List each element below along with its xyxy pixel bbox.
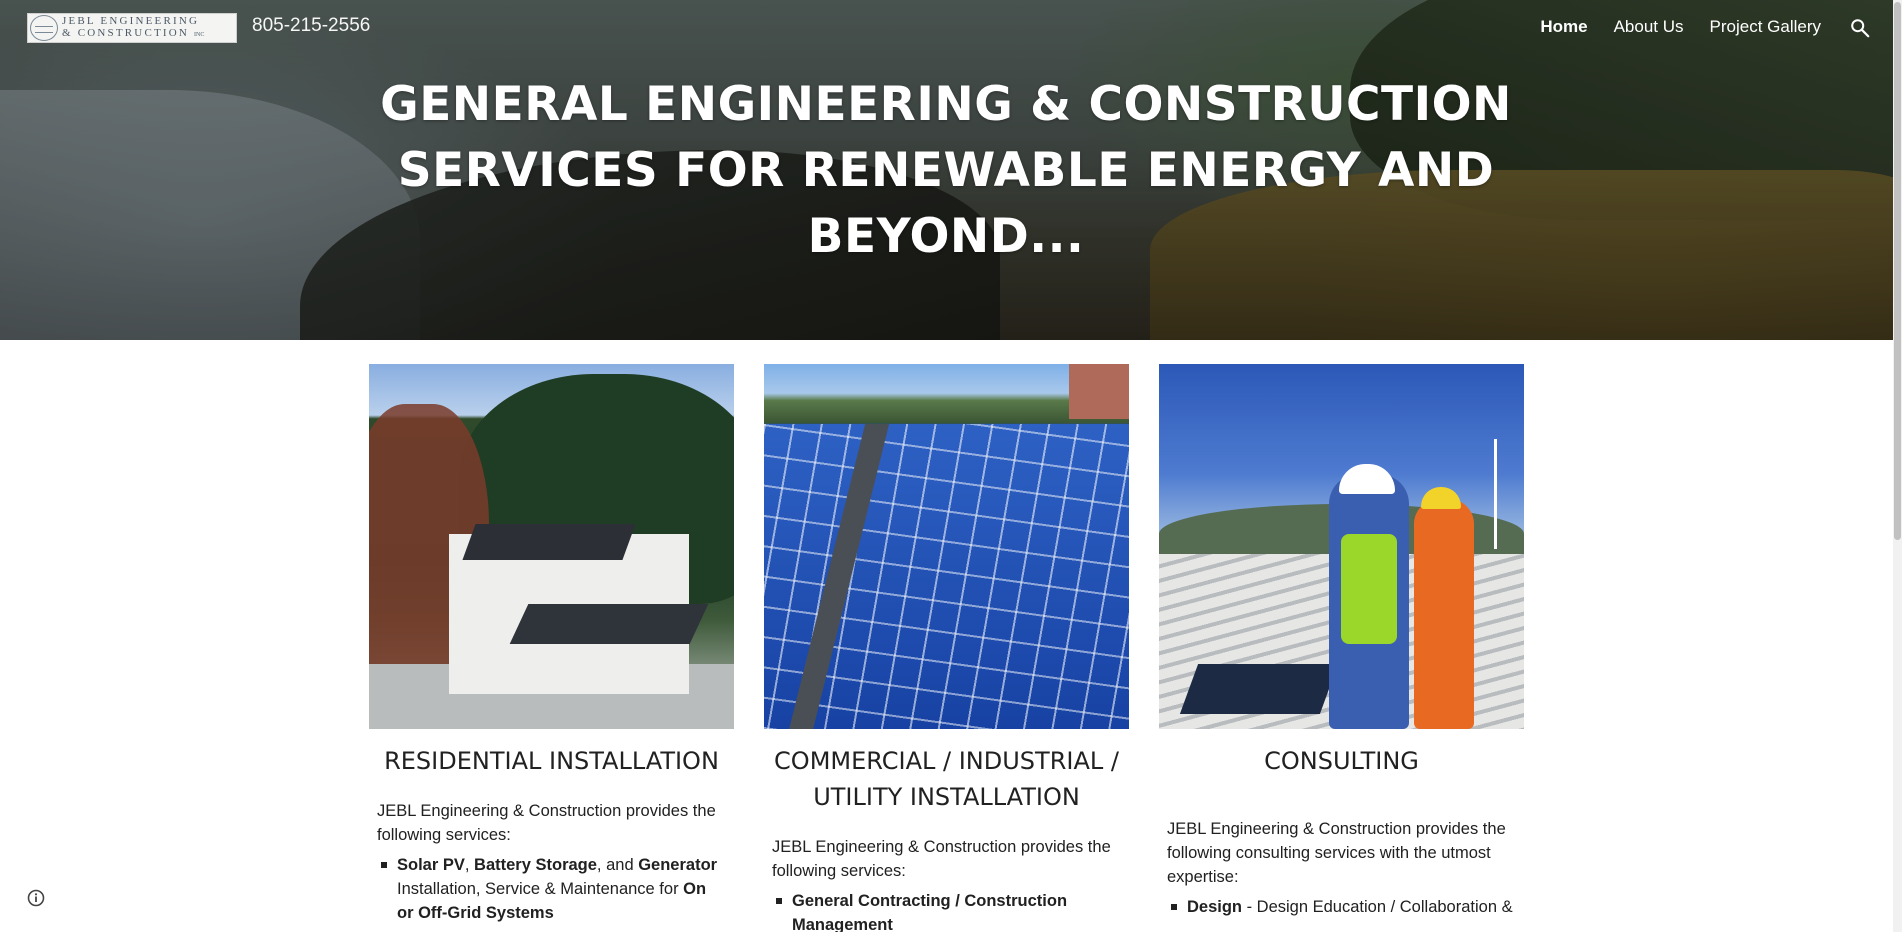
main-nav: Home About Us Project Gallery	[1540, 17, 1821, 37]
card-commercial: COMMERCIAL / INDUSTRIAL / UTILITY INSTAL…	[764, 364, 1129, 932]
card-intro: JEBL Engineering & Construction provides…	[1167, 820, 1506, 886]
nav-home[interactable]: Home	[1540, 17, 1587, 37]
card-consulting: CONSULTING JEBL Engineering & Constructi…	[1159, 364, 1524, 919]
residential-solar-house-image	[369, 364, 734, 729]
hero-title: GENERAL ENGINEERING & CONSTRUCTION SERVI…	[380, 77, 1512, 264]
service-list: Design - Design Education / Collaboratio…	[1167, 895, 1516, 919]
logo-emblem-icon	[30, 15, 58, 41]
logo-text: JEBL ENGINEERING & CONSTRUCTION INC	[62, 15, 204, 41]
service-list: General Contracting / Construction Manag…	[772, 889, 1121, 932]
page-scrollbar[interactable]	[1893, 0, 1902, 932]
service-list: Solar PV, Battery Storage, and Generator…	[377, 853, 726, 925]
nav-about-us[interactable]: About Us	[1614, 17, 1684, 37]
scrollbar-thumb[interactable]	[1894, 2, 1901, 540]
card-intro: JEBL Engineering & Construction provides…	[377, 802, 716, 844]
site-logo[interactable]: JEBL ENGINEERING & CONSTRUCTION INC	[27, 13, 237, 43]
logo-line-2: & CONSTRUCTION INC	[62, 27, 205, 39]
list-item: General Contracting / Construction Manag…	[776, 889, 1121, 932]
top-navigation-bar: JEBL ENGINEERING & CONSTRUCTION INC 805-…	[0, 0, 1893, 56]
card-residential: RESIDENTIAL INSTALLATION JEBL Engineerin…	[369, 364, 734, 925]
list-item: Design - Design Education / Collaboratio…	[1171, 895, 1516, 919]
commercial-solar-array-image	[764, 364, 1129, 729]
phone-number: 805-215-2556	[252, 15, 371, 36]
card-body: JEBL Engineering & Construction provides…	[369, 799, 734, 925]
card-body: JEBL Engineering & Construction provides…	[764, 835, 1129, 932]
logo-line-1: JEBL ENGINEERING	[62, 15, 200, 27]
card-title: CONSULTING	[1264, 747, 1419, 775]
card-title: COMMERCIAL / INDUSTRIAL / UTILITY INSTAL…	[774, 747, 1119, 811]
search-icon[interactable]	[1849, 17, 1871, 39]
card-intro: JEBL Engineering & Construction provides…	[772, 838, 1111, 880]
card-title: RESIDENTIAL INSTALLATION	[384, 747, 719, 775]
info-icon[interactable]	[26, 888, 46, 908]
card-body: JEBL Engineering & Construction provides…	[1159, 817, 1524, 919]
logo-suffix: INC	[194, 32, 205, 38]
nav-project-gallery[interactable]: Project Gallery	[1710, 17, 1821, 37]
list-item: Solar PV, Battery Storage, and Generator…	[381, 853, 726, 925]
consulting-workers-image	[1159, 364, 1524, 729]
